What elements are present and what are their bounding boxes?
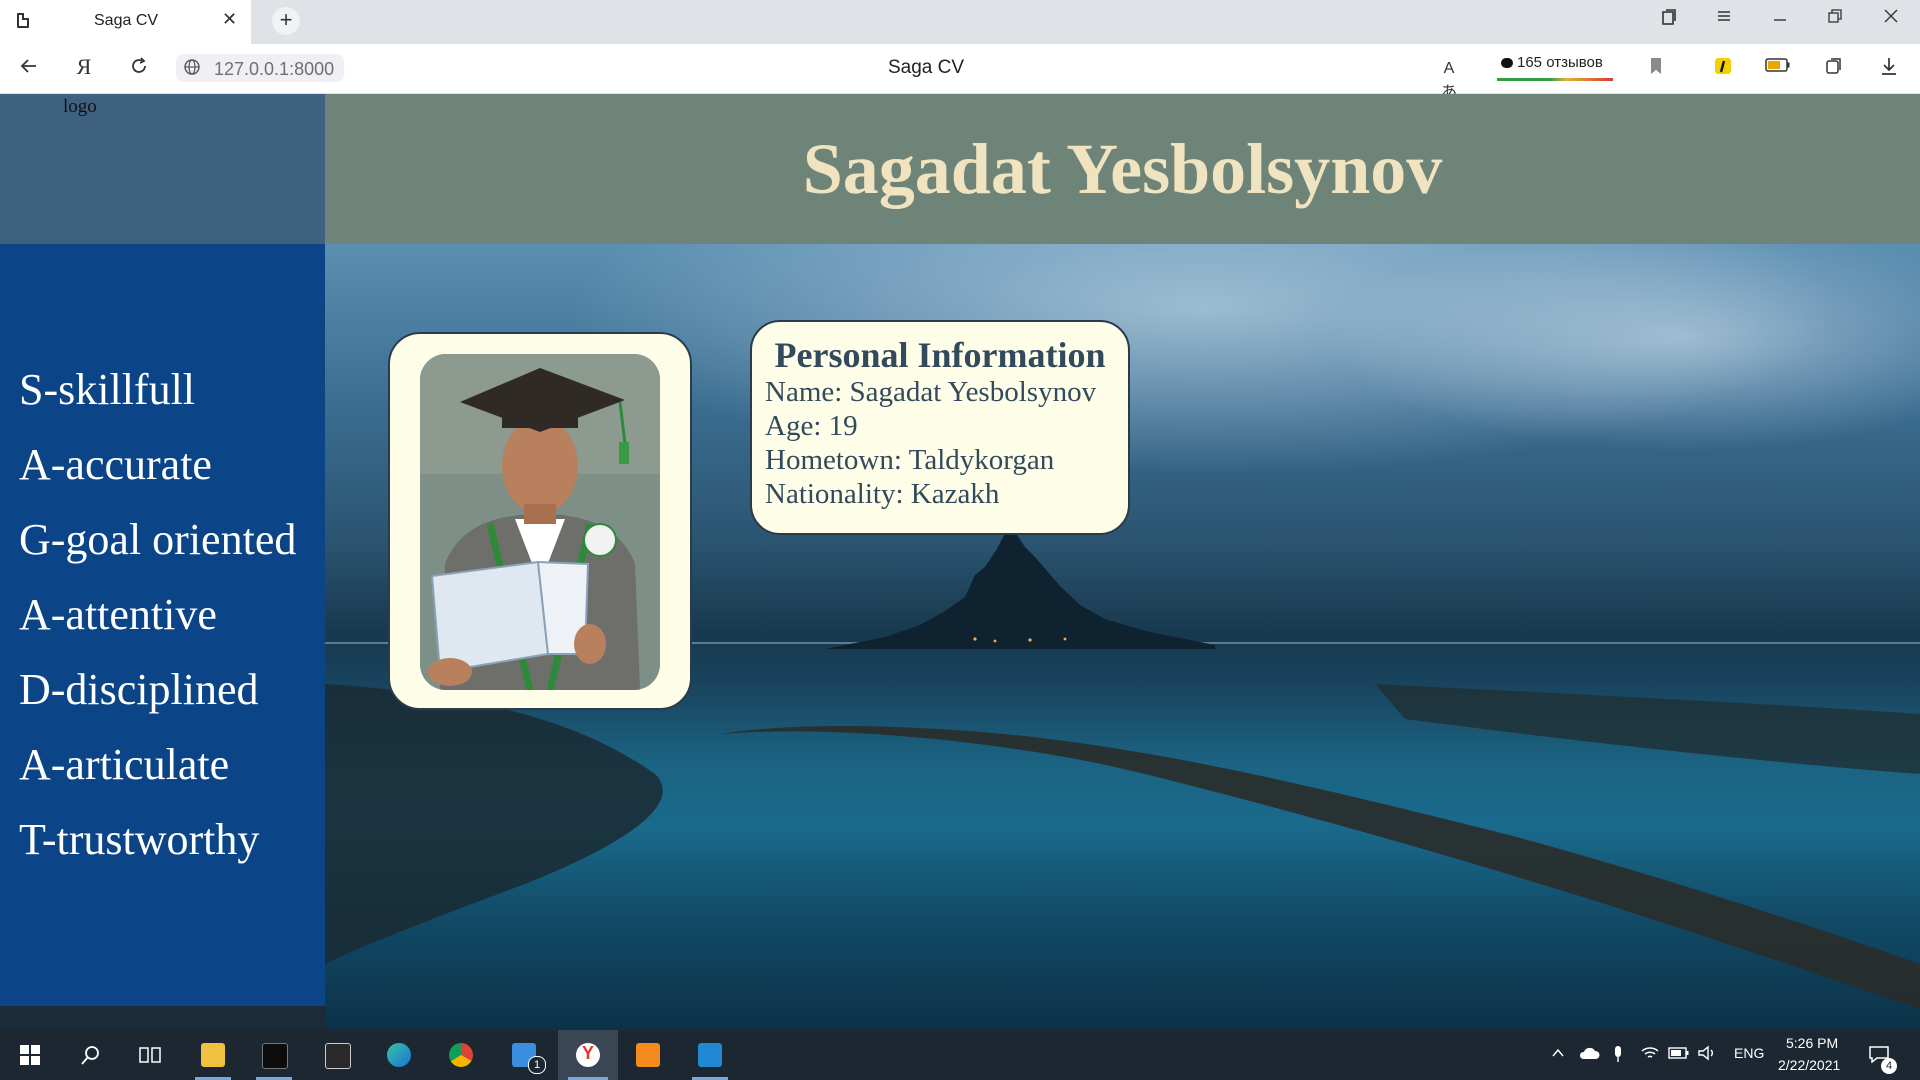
browser-tab-bar: Saga CV ✕ +: [0, 0, 1920, 44]
back-icon[interactable]: [16, 56, 42, 82]
trait-item: A-attentive: [19, 590, 217, 639]
chevron-up-icon[interactable]: [1551, 1045, 1565, 1065]
clock-time[interactable]: 5:26 PM: [1786, 1035, 1838, 1051]
minimize-icon[interactable]: [1765, 8, 1795, 29]
folder-icon: [201, 1043, 225, 1067]
notifications-badge: 4: [1881, 1058, 1897, 1074]
terminal-app[interactable]: [248, 1030, 300, 1080]
rating-bar: [1497, 78, 1613, 81]
extension-icon[interactable]: [1710, 56, 1736, 82]
personal-info-card: Personal Information Name: Sagadat Yesbo…: [750, 320, 1130, 535]
download-icon[interactable]: [1876, 56, 1902, 82]
epic-games-app[interactable]: [311, 1030, 363, 1080]
yandex-browser-app[interactable]: Y: [558, 1030, 618, 1080]
start-button[interactable]: [4, 1030, 56, 1080]
trait-item: D-disciplined: [19, 665, 259, 714]
mail-badge: 1: [528, 1056, 546, 1074]
tab-close-icon[interactable]: ✕: [222, 9, 237, 30]
cloud-icon[interactable]: [1578, 1045, 1600, 1065]
edge-icon: [387, 1043, 411, 1067]
info-name: Name: Sagadat Yesbolsynov: [765, 376, 1097, 408]
riverbank-shapes: [325, 684, 1920, 1009]
trait-item: G-goal oriented: [19, 515, 297, 564]
new-tab-button[interactable]: +: [272, 7, 300, 35]
info-title: Personal Information: [774, 335, 1106, 375]
reload-icon[interactable]: [126, 56, 152, 82]
battery-icon[interactable]: [1765, 56, 1791, 79]
terminal-icon: [262, 1043, 288, 1069]
browser-nav-bar: Я 127.0.0.1:8000 Saga CV Aあ 165 отзывов: [0, 44, 1920, 101]
reviews-badge[interactable]: 165 отзывов: [1497, 54, 1613, 82]
page-header: Sagadat Yesbolsynov: [325, 94, 1920, 244]
tab-title: Saga CV: [94, 12, 159, 29]
logo-area: logo: [0, 94, 325, 244]
document-icon: [17, 13, 29, 28]
vscode-icon: [698, 1043, 722, 1067]
reviews-label: 165 отзывов: [1517, 54, 1603, 71]
url-text: 127.0.0.1:8000: [214, 59, 335, 79]
edge-app[interactable]: [373, 1030, 425, 1080]
language-indicator[interactable]: ENG: [1734, 1045, 1764, 1061]
search-button[interactable]: [64, 1030, 116, 1080]
header-name: Sagadat Yesbolsynov: [802, 129, 1443, 209]
file-explorer-app[interactable]: [187, 1030, 239, 1080]
sublime-text-icon: [636, 1043, 660, 1067]
task-view-icon: [139, 1047, 161, 1063]
task-view-button[interactable]: [124, 1030, 176, 1080]
browser-tab[interactable]: Saga CV ✕: [0, 0, 251, 44]
island-silhouette: [825, 527, 1215, 649]
microphone-icon[interactable]: [1612, 1045, 1624, 1068]
globe-icon: [183, 58, 201, 81]
restore-icon[interactable]: [1820, 8, 1850, 29]
bookmark-icon[interactable]: [1643, 56, 1669, 82]
menu-icon[interactable]: [1709, 8, 1739, 29]
mail-app[interactable]: 1: [498, 1030, 550, 1080]
logo-image: logo: [63, 96, 97, 117]
info-hometown: Hometown: Taldykorgan: [765, 444, 1055, 476]
battery-tray-icon[interactable]: [1668, 1045, 1690, 1065]
info-age: Age: 19: [765, 410, 858, 442]
trait-item: T-trustworthy: [19, 815, 260, 864]
address-bar[interactable]: 127.0.0.1:8000: [176, 54, 344, 82]
trait-item: A-accurate: [19, 440, 212, 489]
search-icon: [81, 1046, 99, 1065]
windows-icon: [20, 1045, 40, 1065]
chrome-app[interactable]: [435, 1030, 487, 1080]
windows-taskbar: 1 Y ENG 5:26 PM 2/22/2021 4: [0, 1030, 1920, 1080]
sidebar: logo S-skillfull A-accurate G-goal orien…: [0, 94, 325, 1006]
epic-games-icon: [325, 1043, 351, 1069]
profile-photo-card: [388, 332, 692, 710]
comment-icon: [1501, 58, 1513, 68]
trait-item: A-articulate: [19, 740, 230, 789]
info-nationality: Nationality: Kazakh: [765, 478, 1000, 510]
wifi-icon[interactable]: [1640, 1045, 1660, 1066]
chrome-icon: [449, 1043, 473, 1067]
sublime-text-app[interactable]: [622, 1030, 674, 1080]
clock-date[interactable]: 2/22/2021: [1778, 1057, 1840, 1073]
vscode-app[interactable]: [684, 1030, 736, 1080]
yandex-icon[interactable]: Я: [71, 54, 97, 80]
volume-icon[interactable]: [1697, 1045, 1717, 1066]
trait-item: S-skillfull: [19, 365, 196, 414]
collections-icon[interactable]: [1821, 56, 1847, 82]
close-icon[interactable]: [1876, 8, 1906, 29]
profile-photo: [420, 354, 660, 690]
bookmarks-icon[interactable]: [1654, 8, 1684, 31]
page-title: Saga CV: [888, 57, 965, 78]
